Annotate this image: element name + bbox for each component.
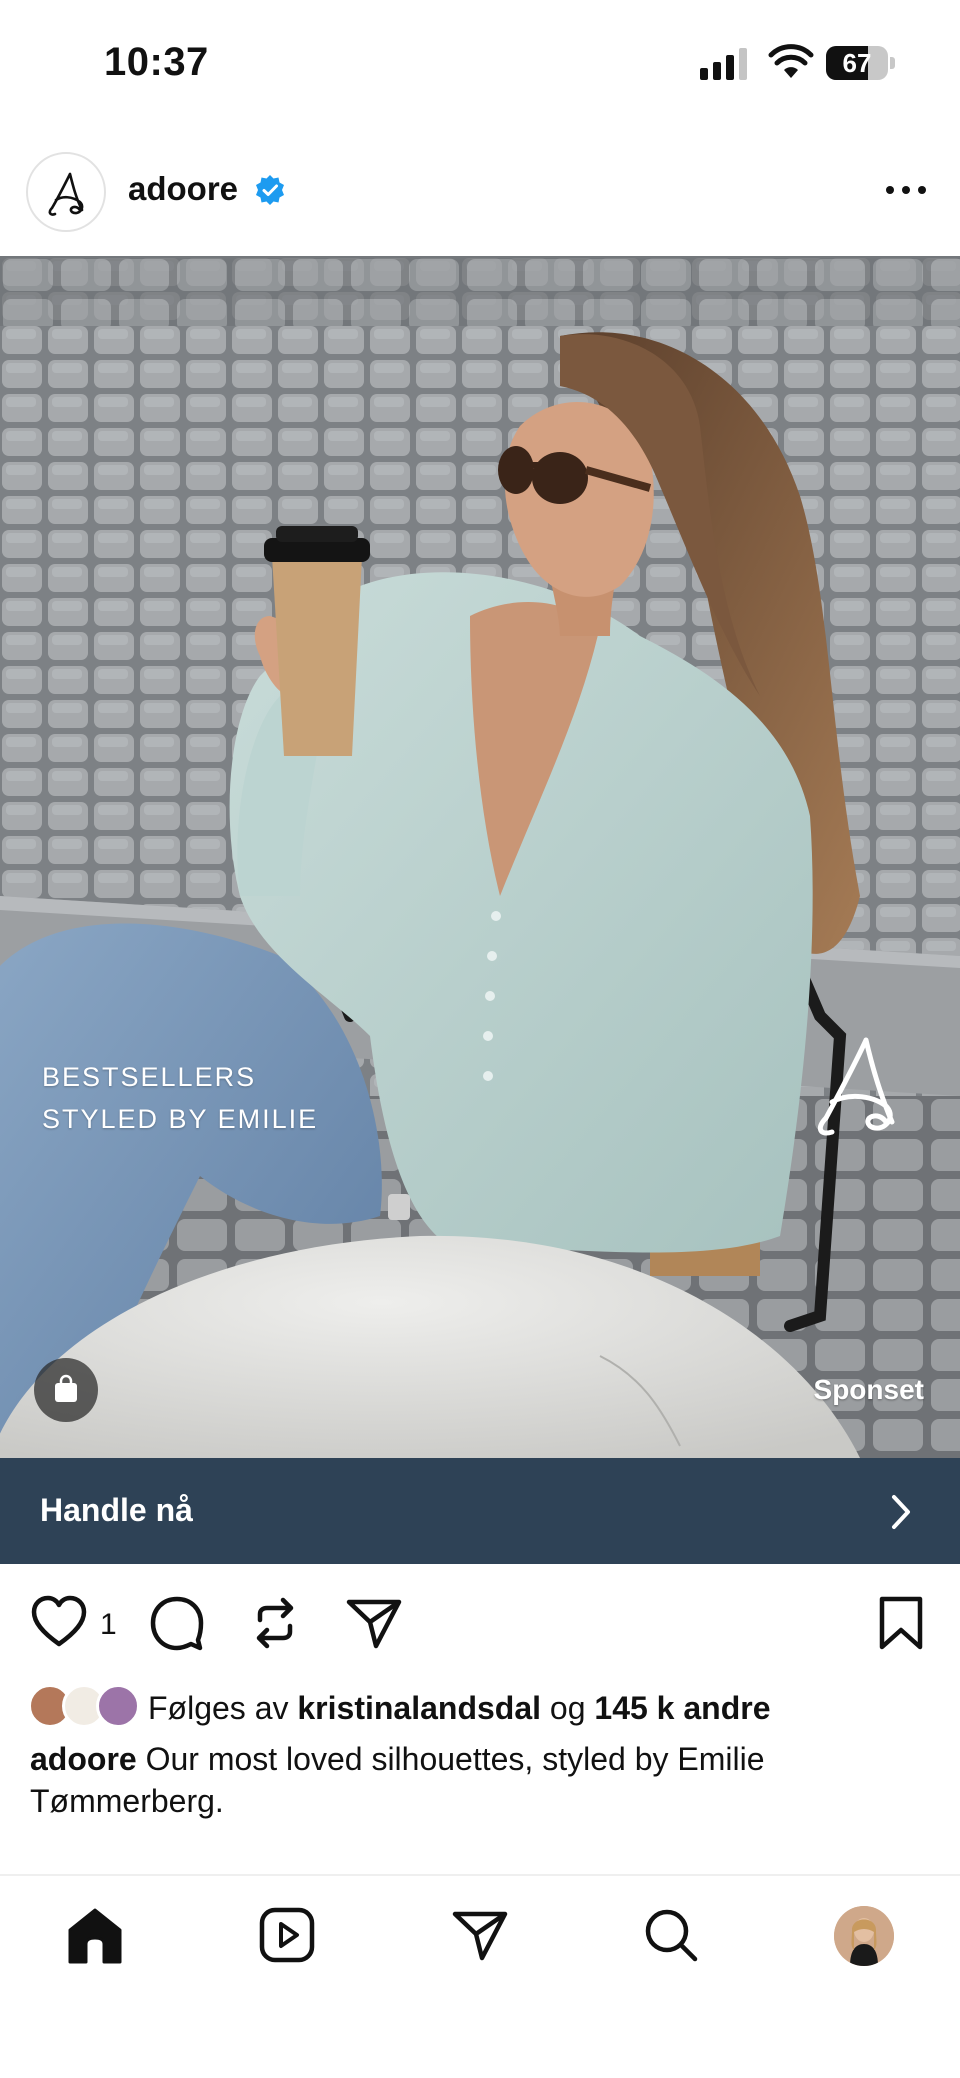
account-avatar[interactable]: [26, 152, 106, 232]
caption-text: Our most loved silhouettes, styled by Em…: [30, 1741, 765, 1819]
followed-by-row[interactable]: Følges av kristinalandsdal og 145 k andr…: [0, 1684, 960, 1732]
verified-badge-icon: [256, 175, 284, 205]
followed-prefix: Følges av: [148, 1690, 289, 1726]
followed-conjunction: og: [549, 1690, 586, 1726]
shopping-bag-icon: [55, 1374, 77, 1402]
follower-avatar-3: [96, 1684, 140, 1728]
post-image[interactable]: BESTSELLERS STYLED BY EMILIE Sponset: [0, 256, 960, 1458]
adoore-logo-icon: [48, 172, 84, 216]
wifi-icon: [768, 44, 814, 78]
share-icon[interactable]: [344, 1594, 404, 1652]
reels-icon[interactable]: [258, 1906, 316, 1964]
account-name[interactable]: adoore: [128, 170, 238, 208]
battery-level: 67: [842, 48, 872, 78]
caption-username[interactable]: adoore: [30, 1741, 137, 1777]
overlay-line-1: BESTSELLERS: [42, 1062, 257, 1092]
status-bar: 10:37 67: [0, 0, 960, 130]
profile-photo: [834, 1906, 894, 1966]
post-photo: [0, 256, 960, 1458]
shop-now-cta[interactable]: Handle nå: [0, 1458, 960, 1564]
repost-icon[interactable]: [246, 1594, 304, 1652]
followed-by-text: Følges av kristinalandsdal og 145 k andr…: [148, 1690, 771, 1727]
home-icon[interactable]: [66, 1906, 124, 1966]
sponsored-label: Sponset: [813, 1374, 924, 1405]
search-icon[interactable]: [642, 1906, 700, 1964]
overlay-line-2: STYLED BY EMILIE: [42, 1104, 319, 1134]
followed-others[interactable]: 145 k andre: [594, 1690, 770, 1726]
bottom-navigation: [0, 1876, 960, 2016]
battery-body: 67: [826, 46, 888, 80]
heart-icon[interactable]: [30, 1594, 88, 1650]
chevron-right-icon: [892, 1495, 910, 1529]
more-horizontal-icon[interactable]: [880, 178, 932, 202]
image-overlay-text: BESTSELLERS STYLED BY EMILIE: [42, 1056, 318, 1140]
battery-indicator: 67: [826, 46, 896, 80]
cellular-signal-icon: [700, 48, 747, 80]
followed-user[interactable]: kristinalandsdal: [297, 1690, 541, 1726]
post-actions: 1: [0, 1594, 960, 1654]
messages-icon[interactable]: [450, 1906, 510, 1964]
bookmark-icon[interactable]: [876, 1594, 926, 1652]
like-count[interactable]: 1: [100, 1608, 117, 1642]
status-time: 10:37: [104, 40, 209, 84]
cta-label: Handle nå: [40, 1492, 193, 1528]
adoore-logo-watermark-icon: [817, 1037, 895, 1136]
post-header: adoore: [0, 150, 960, 254]
battery-tip: [890, 57, 895, 69]
profile-avatar[interactable]: [834, 1906, 894, 1966]
comment-icon[interactable]: [148, 1594, 206, 1652]
post-caption: adoore Our most loved silhouettes, style…: [30, 1738, 930, 1822]
shopping-bag-button[interactable]: [34, 1358, 98, 1422]
